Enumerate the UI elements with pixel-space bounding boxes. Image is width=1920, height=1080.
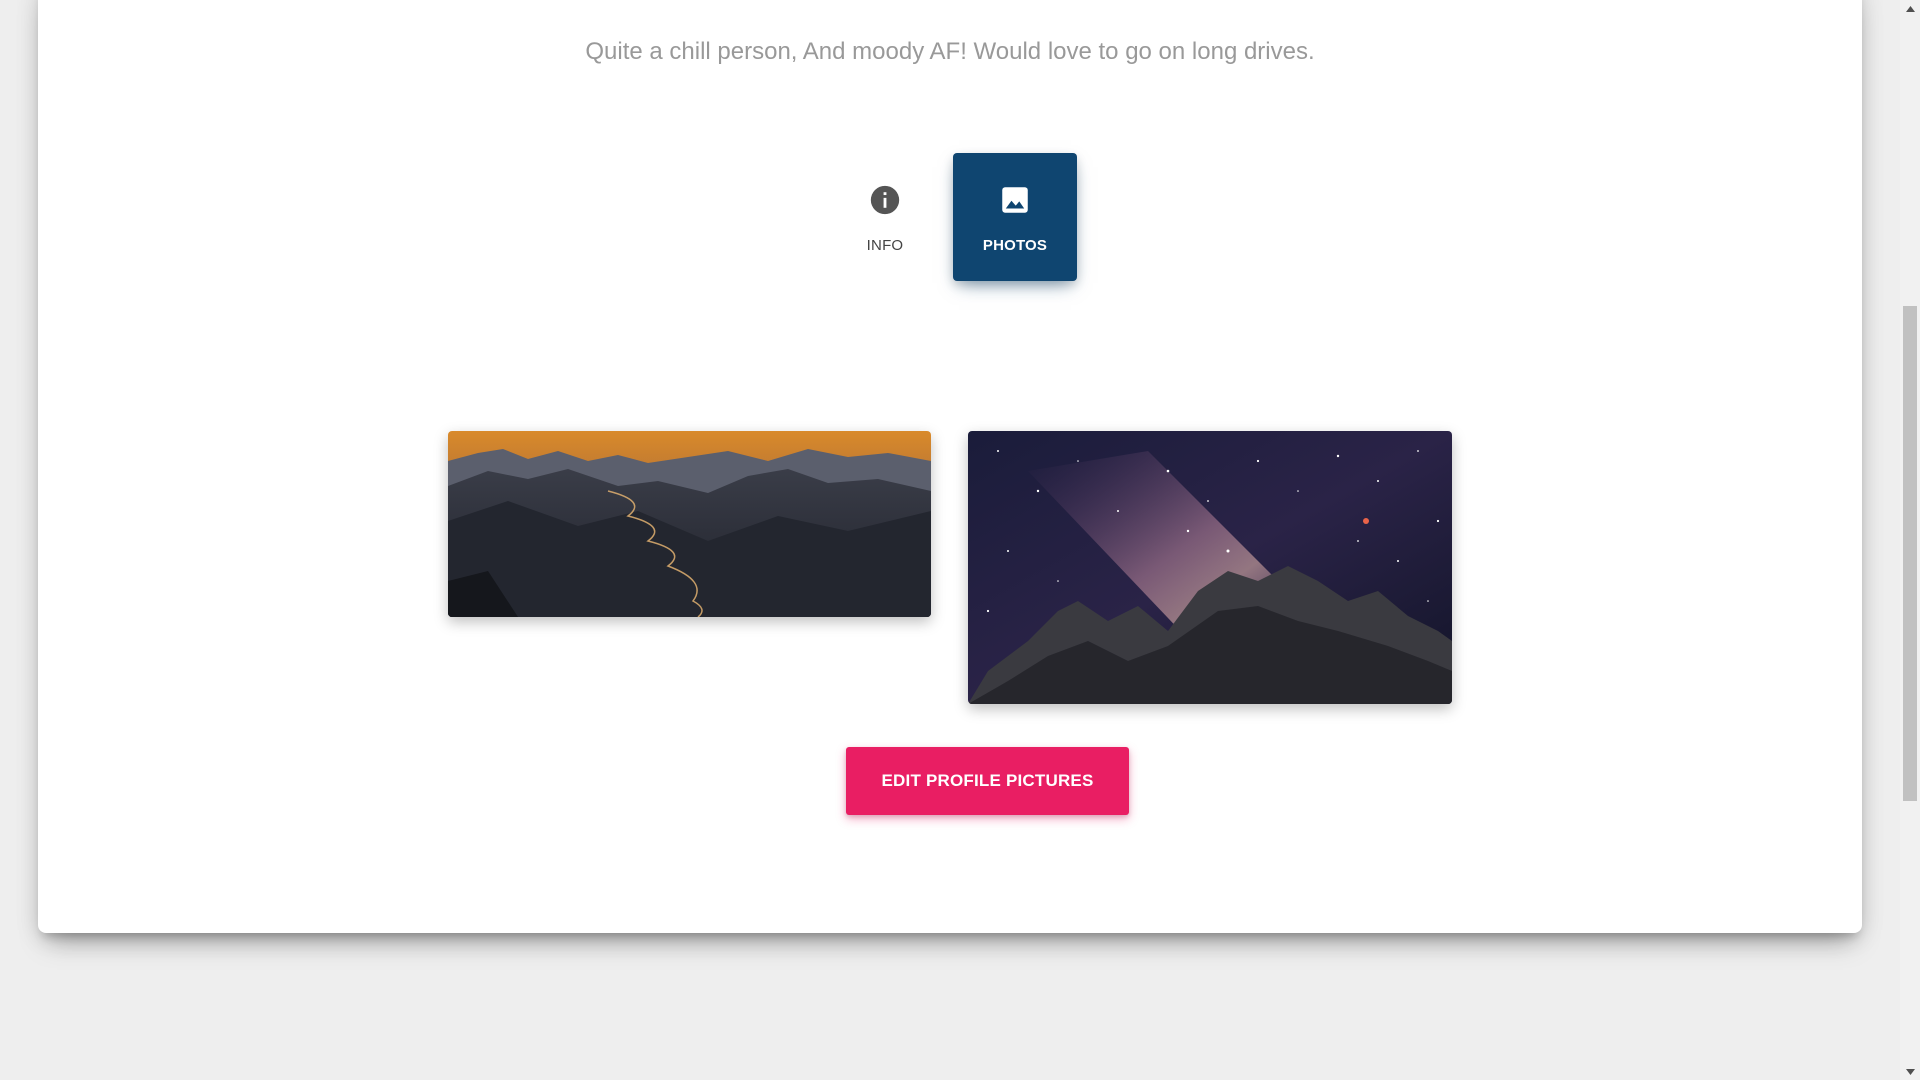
photo-gallery — [448, 431, 1452, 711]
tab-photos[interactable]: PHOTOS — [953, 153, 1077, 281]
scrollbar-thumb[interactable] — [1903, 306, 1917, 801]
scroll-down-arrow-icon[interactable] — [1900, 1063, 1920, 1080]
tab-photos-label: PHOTOS — [982, 237, 1048, 254]
tab-info-label: INFO — [866, 237, 904, 254]
milky-way-image — [968, 431, 1452, 704]
photo-milky-way[interactable] — [968, 431, 1452, 704]
photo-mountain-sunset[interactable] — [448, 431, 931, 617]
mountain-sunset-image — [448, 431, 931, 617]
vertical-scrollbar[interactable] — [1900, 0, 1920, 1080]
edit-profile-pictures-button[interactable]: EDIT PROFILE PICTURES — [846, 747, 1129, 815]
tab-info[interactable]: INFO — [823, 153, 947, 281]
profile-card: Quite a chill person, And moody AF! Woul… — [38, 0, 1862, 933]
page-viewport: Quite a chill person, And moody AF! Woul… — [0, 0, 1900, 1080]
image-icon — [1002, 187, 1028, 213]
info-icon — [870, 185, 900, 215]
profile-tabs: INFO PHOTOS — [38, 153, 1862, 281]
profile-bio: Quite a chill person, And moody AF! Woul… — [585, 38, 1315, 65]
scroll-up-arrow-icon[interactable] — [1900, 0, 1920, 17]
